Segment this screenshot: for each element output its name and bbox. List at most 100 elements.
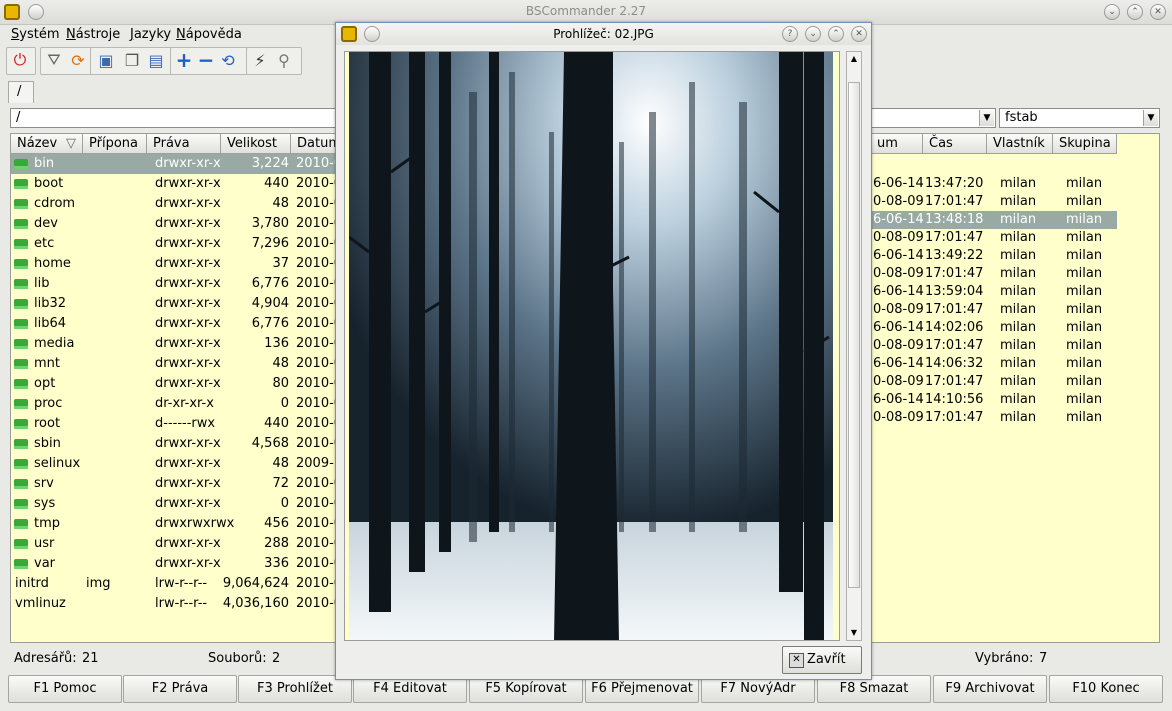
table-row[interactable]: lib32 drwxr-xr-x 4,904 2010-0 [11, 294, 339, 314]
file-perm: lrw-r--r-- [155, 596, 208, 611]
copy-icon[interactable]: ❐ [120, 47, 144, 73]
left-file-panel[interactable]: Název ▽ Přípona Práva Velikost Datum bin d… [10, 133, 340, 643]
scroll-up-icon[interactable]: ▲ [847, 52, 861, 66]
menu-help[interactable]: Nápověda [176, 27, 242, 42]
col-time[interactable]: Čas [923, 134, 987, 154]
table-row[interactable]: selinux drwxr-xr-x 48 2009-1 [11, 454, 339, 474]
table-row[interactable]: 6-06-14 13:47:20 milan milan [871, 175, 1117, 193]
col-date[interactable]: Datum [291, 134, 339, 154]
fkey-button[interactable]: F10 Konec [1049, 675, 1163, 703]
table-row[interactable]: srv drwxr-xr-x 72 2010-0 [11, 474, 339, 494]
connect-icon[interactable]: ⚡ [248, 47, 272, 73]
file-name: root [34, 416, 61, 431]
file-size: 440 [264, 176, 289, 191]
table-row[interactable]: 0-08-09 17:01:47 milan milan [871, 193, 1117, 211]
row-owner: milan [1000, 320, 1037, 335]
folder-icon [14, 419, 28, 429]
tree-icon[interactable]: ▣ [94, 47, 118, 73]
table-row[interactable]: 0-08-09 17:01:47 milan milan [871, 265, 1117, 283]
table-row[interactable]: 0-08-09 17:01:47 milan milan [871, 301, 1117, 319]
col-ext[interactable]: Přípona [83, 134, 147, 154]
table-row[interactable]: media drwxr-xr-x 136 2010-0 [11, 334, 339, 354]
fkey-button[interactable]: F2 Práva [123, 675, 237, 703]
table-row[interactable]: usr drwxr-xr-x 288 2010-0 [11, 534, 339, 554]
table-row[interactable]: 6-06-14 14:10:56 milan milan [871, 391, 1117, 409]
table-row[interactable]: 0-08-09 17:01:47 milan milan [871, 337, 1117, 355]
file-size: 72 [272, 476, 289, 491]
close-window-button[interactable]: ✕ [1150, 4, 1166, 20]
scroll-thumb[interactable] [848, 82, 860, 588]
table-row[interactable]: etc drwxr-xr-x 7,296 2010-0 [11, 234, 339, 254]
select-plus-icon[interactable]: + [172, 47, 196, 73]
table-row[interactable]: opt drwxr-xr-x 80 2010-0 [11, 374, 339, 394]
table-row[interactable]: var drwxr-xr-x 336 2010-0 [11, 554, 339, 574]
viewer-minimize-button[interactable]: ⌄ [805, 26, 821, 42]
image-view[interactable] [344, 51, 840, 641]
disconnect-icon[interactable]: ⚲ [272, 47, 296, 73]
menu-tools[interactable]: Nástroje [66, 27, 120, 42]
menu-system[interactable]: Systém [11, 27, 60, 42]
file-date: 2010-0 [296, 576, 340, 591]
viewer-maximize-button[interactable]: ⌃ [828, 26, 844, 42]
col-perm[interactable]: Práva [147, 134, 221, 154]
table-row[interactable]: cdrom drwxr-xr-x 48 2010-0 [11, 194, 340, 214]
table-row[interactable]: mnt drwxr-xr-x 48 2010-0 [11, 354, 339, 374]
chevron-down-icon[interactable]: ▼ [1143, 110, 1158, 126]
minimize-button[interactable]: ⌄ [1104, 4, 1120, 20]
table-row[interactable]: 6-06-14 13:48:18 milan milan [871, 211, 1117, 229]
table-row[interactable]: proc dr-xr-xr-x 0 2010-0 [11, 394, 339, 414]
col-name[interactable]: Název ▽ [11, 134, 83, 154]
select-minus-icon[interactable]: − [194, 47, 218, 73]
compare-icon[interactable]: ▤ [144, 47, 168, 73]
folder-icon [14, 399, 28, 409]
col-group[interactable]: Skupina [1053, 134, 1117, 154]
table-row[interactable]: 6-06-14 13:49:22 milan milan [871, 247, 1117, 265]
table-row[interactable]: vmlinuz lrw-r--r-- 4,036,160 2010-0 [11, 594, 339, 614]
file-date: 2010-0 [296, 196, 340, 211]
col-date-right[interactable]: um [871, 134, 923, 154]
power-icon[interactable]: ⏻ [8, 47, 32, 73]
table-row[interactable]: dev drwxr-xr-x 3,780 2010-0 [11, 214, 339, 234]
filter-icon[interactable]: ⛛ [42, 47, 66, 73]
right-file-panel[interactable]: um Čas Vlastník Skupina 6-06-14 13:47:20 m… [870, 133, 1160, 643]
file-name: boot [34, 176, 64, 191]
table-row[interactable]: root d------rwx 440 2010-0 [11, 414, 339, 434]
table-row[interactable]: 6-06-14 13:59:04 milan milan [871, 283, 1117, 301]
table-row[interactable]: 0-08-09 17:01:47 milan milan [871, 229, 1117, 247]
tab-root[interactable]: / [8, 81, 34, 103]
col-size[interactable]: Velikost [221, 134, 291, 154]
viewer-close-button[interactable]: ✕ Zavřít [782, 646, 862, 674]
table-row[interactable]: tmp drwxrwxrwx 456 2010-0 [11, 514, 339, 534]
table-row[interactable]: 0-08-09 17:01:47 milan milan [871, 409, 1117, 427]
table-row[interactable]: boot drwxr-xr-x 440 2010-0 [11, 174, 339, 194]
maximize-button[interactable]: ⌃ [1127, 4, 1143, 20]
table-row[interactable]: sbin drwxr-xr-x 4,568 2010-0 [11, 434, 339, 454]
table-row[interactable]: sys drwxr-xr-x 0 2010-0 [11, 494, 339, 514]
scroll-down-icon[interactable]: ▼ [847, 626, 861, 640]
table-row[interactable]: initrd img lrw-r--r-- 9,064,624 2010-0 [11, 574, 340, 594]
table-row[interactable]: bin drwxr-xr-x 3,224 2010-0 [11, 154, 339, 174]
file-date: 2010-0 [296, 276, 340, 291]
help-button[interactable]: ? [782, 26, 798, 42]
menu-languages[interactable]: Jazyky [130, 27, 171, 42]
viewer-scrollbar[interactable]: ▲ ▼ [846, 51, 862, 641]
table-row[interactable]: lib drwxr-xr-x 6,776 2010-0 [11, 274, 340, 294]
chevron-down-icon[interactable]: ▼ [979, 110, 994, 126]
table-row[interactable]: 6-06-14 14:06:32 milan milan [871, 355, 1117, 373]
sync-icon[interactable]: ⟳ [66, 47, 90, 73]
fkey-button[interactable]: F1 Pomoc [8, 675, 122, 703]
table-row[interactable]: lib64 drwxr-xr-x 6,776 2010-0 [11, 314, 339, 334]
table-row[interactable]: 6-06-14 14:02:06 milan milan [871, 319, 1117, 337]
viewer-close-icon[interactable]: ✕ [851, 26, 867, 42]
fkey-button[interactable]: F9 Archivovat [933, 675, 1047, 703]
file-size: 0 [280, 496, 289, 511]
right-path-input[interactable]: ▼ [870, 108, 996, 128]
invert-selection-icon[interactable]: ⟲ [216, 47, 240, 73]
col-owner[interactable]: Vlastník [987, 134, 1053, 154]
left-path-input[interactable]: / [10, 108, 340, 128]
row-owner: milan [1000, 230, 1037, 245]
filter-combo[interactable]: fstab ▼ [999, 108, 1160, 128]
row-time: 13:47:20 [925, 176, 984, 191]
table-row[interactable]: 0-08-09 17:01:47 milan milan [871, 373, 1117, 391]
table-row[interactable]: home drwxr-xr-x 37 2010-0 [11, 254, 339, 274]
